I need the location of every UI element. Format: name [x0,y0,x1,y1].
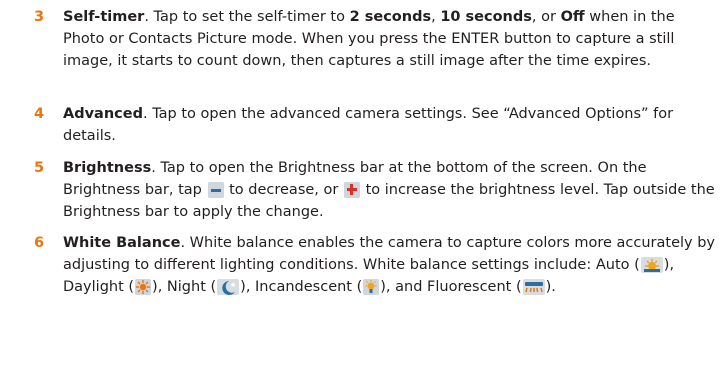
fluorescent-icon [522,279,545,295]
item-title: Self-timer [63,9,145,25]
item-number: 6 [34,235,45,251]
item-number: 3 [34,9,45,25]
item-number: 4 [34,106,45,122]
auto-white-balance-icon [640,257,663,273]
item-text: Advanced. Tap to open the advanced camer… [63,106,674,144]
item-number: 5 [34,160,45,176]
night-icon [217,279,240,295]
item-title: Advanced [63,106,143,122]
item-text: Brightness. Tap to open the Brightness b… [63,160,715,220]
daylight-icon [135,279,152,295]
item-title: Brightness [63,160,152,176]
manual-page: 3 Self-timer. Tap to set the self-timer … [0,0,721,367]
minus-icon [207,182,224,198]
item-title: White Balance [63,235,181,251]
plus-icon [343,182,360,198]
item-text: White Balance. White balance enables the… [63,235,716,295]
item-text: Self-timer. Tap to set the self-timer to… [63,9,675,69]
incandescent-icon [363,279,380,295]
